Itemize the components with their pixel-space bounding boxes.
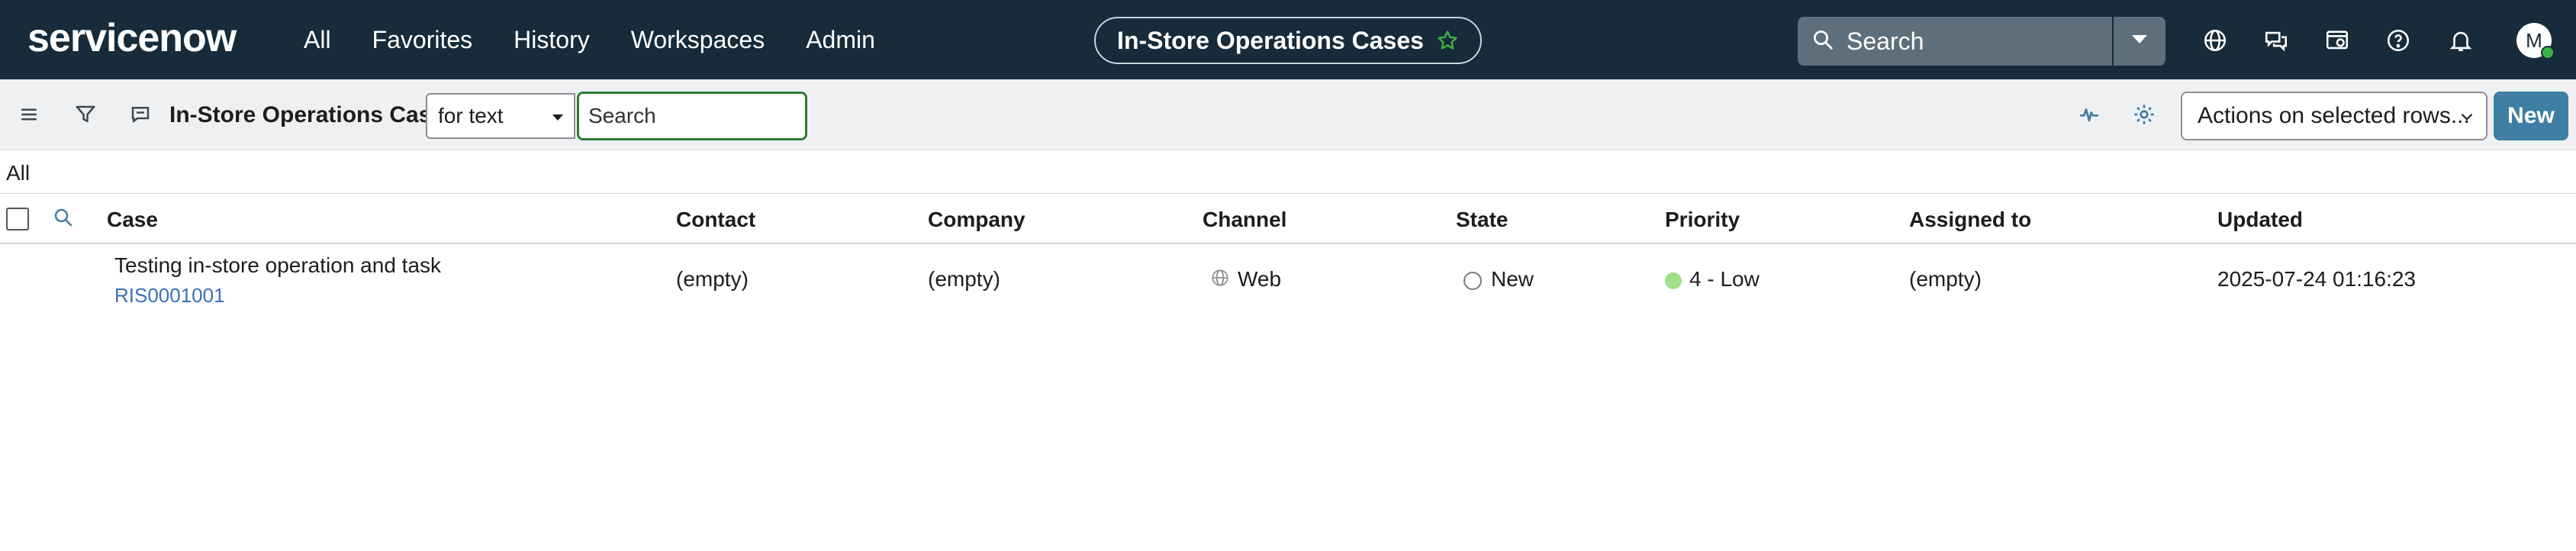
new-button[interactable]: New [2494, 92, 2568, 140]
context-title-pill[interactable]: In-Store Operations Cases [1094, 17, 1482, 64]
table-row[interactable]: Testing in-store operation and task RIS0… [0, 244, 2576, 313]
bell-icon[interactable] [2446, 26, 2475, 55]
user-avatar[interactable]: M [2516, 23, 2555, 60]
priority-cell: 4 - Low [1665, 267, 1760, 292]
global-search-input[interactable]: Search [1798, 17, 2112, 66]
context-title: In-Store Operations Cases [1117, 26, 1424, 54]
top-navigation-bar: servicenow All Favorites History Workspa… [0, 0, 2576, 79]
globe-icon [1210, 268, 1230, 293]
activity-pulse-icon[interactable] [2075, 101, 2103, 128]
nav-workspaces[interactable]: Workspaces [631, 26, 765, 54]
search-field-value: for text [438, 104, 504, 127]
chat-icon[interactable] [2262, 26, 2291, 55]
search-scope-dropdown[interactable] [2114, 17, 2165, 66]
actions-label: Actions on selected rows... [2198, 103, 2470, 128]
list-toolbar: In-Store Operations Cases for text Searc… [0, 79, 2576, 150]
priority-dot-icon [1665, 272, 1682, 289]
channel-value: Web [1238, 267, 1282, 291]
column-header-channel[interactable]: Channel [1203, 208, 1286, 232]
chevron-down-icon [2457, 107, 2477, 133]
nav-history[interactable]: History [514, 26, 590, 54]
caret-down-icon [552, 114, 563, 121]
gear-icon[interactable] [2130, 101, 2158, 128]
column-header-state[interactable]: State [1456, 208, 1508, 232]
star-icon[interactable] [1436, 29, 1459, 52]
column-header-company[interactable]: Company [928, 208, 1026, 232]
avatar-initial: M [2526, 28, 2542, 52]
case-number-link[interactable]: RIS0001001 [114, 284, 225, 308]
column-header-contact[interactable]: Contact [676, 208, 755, 232]
global-search-placeholder: Search [1847, 27, 1924, 55]
state-new-icon [1463, 271, 1482, 290]
state-cell: New [1463, 267, 1534, 292]
breadcrumb: All [0, 150, 2576, 194]
case-title: Testing in-store operation and task [114, 253, 442, 277]
breadcrumb-all[interactable]: All [6, 161, 30, 185]
filter-icon[interactable] [72, 101, 99, 128]
nav-admin[interactable]: Admin [806, 26, 875, 54]
nav-favorites[interactable]: Favorites [372, 26, 473, 54]
priority-value: 4 - Low [1689, 267, 1760, 291]
presence-indicator [2541, 46, 2555, 60]
state-value: New [1491, 267, 1534, 291]
company-cell: (empty) [928, 267, 1000, 291]
column-header-assigned-to[interactable]: Assigned to [1909, 208, 2031, 232]
search-icon [1811, 28, 1834, 55]
channel-cell: Web [1210, 267, 1281, 293]
column-header-priority[interactable]: Priority [1665, 208, 1740, 232]
list-search-placeholder: Search [588, 104, 656, 127]
hamburger-menu-icon[interactable] [15, 101, 43, 128]
column-search-icon[interactable] [52, 206, 75, 233]
search-field-select[interactable]: for text [426, 93, 575, 139]
updated-cell: 2025-07-24 01:16:23 [2217, 267, 2416, 291]
table-header: Case Contact Company Channel State Prior… [0, 194, 2576, 244]
list-search-input[interactable]: Search [577, 92, 807, 140]
caret-down-icon [2131, 34, 2148, 49]
actions-on-selected-rows-select[interactable]: Actions on selected rows... [2181, 92, 2487, 140]
select-all-checkbox[interactable] [6, 208, 29, 230]
column-header-case[interactable]: Case [107, 208, 158, 232]
help-icon[interactable] [2384, 26, 2413, 55]
servicenow-logo[interactable]: servicenow [27, 14, 237, 63]
contact-cell: (empty) [676, 267, 749, 291]
globe-icon[interactable] [2201, 26, 2230, 55]
workspace-icon[interactable] [2323, 26, 2352, 55]
nav-all[interactable]: All [304, 26, 331, 54]
assigned-to-cell: (empty) [1909, 267, 1982, 291]
list-options-icon[interactable] [127, 101, 154, 128]
column-header-updated[interactable]: Updated [2217, 208, 2303, 232]
list-title: In-Store Operations Cases [169, 102, 457, 127]
logo-text: servicenow [27, 16, 237, 60]
main-nav: All Favorites History Workspaces Admin [304, 0, 916, 79]
